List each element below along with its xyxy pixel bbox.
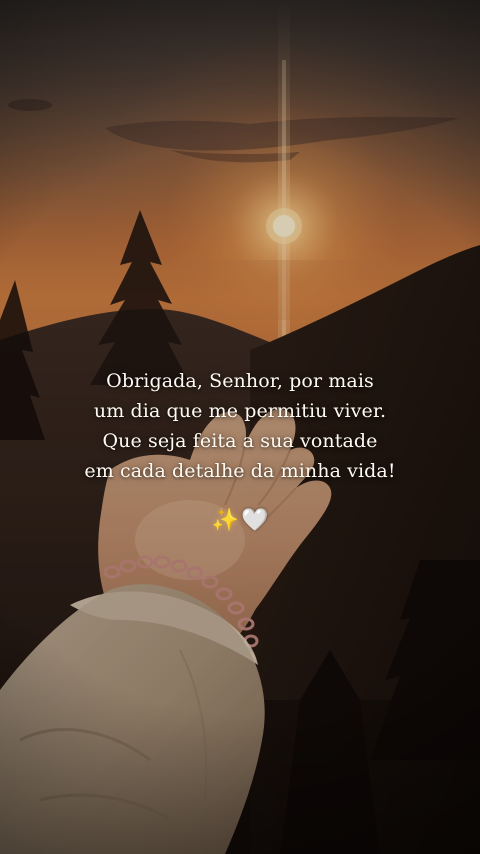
quote-text: Obrigada, Senhor, por mais um dia que me… — [0, 366, 480, 486]
white-heart-icon: 🤍 — [241, 508, 269, 533]
quote-line-3: Que seja feita a sua vontade — [102, 430, 378, 452]
quote-line-2: um dia que me permitiu viver. — [93, 400, 387, 422]
sparkles-icon: ✨ — [211, 508, 239, 533]
quote-line-1: Obrigada, Senhor, por mais — [106, 370, 374, 392]
photo-frame: Obrigada, Senhor, por mais um dia que me… — [0, 0, 480, 854]
quote-line-4: em cada detalhe da minha vida! — [84, 460, 396, 482]
emoji-row: ✨🤍 — [0, 504, 480, 538]
